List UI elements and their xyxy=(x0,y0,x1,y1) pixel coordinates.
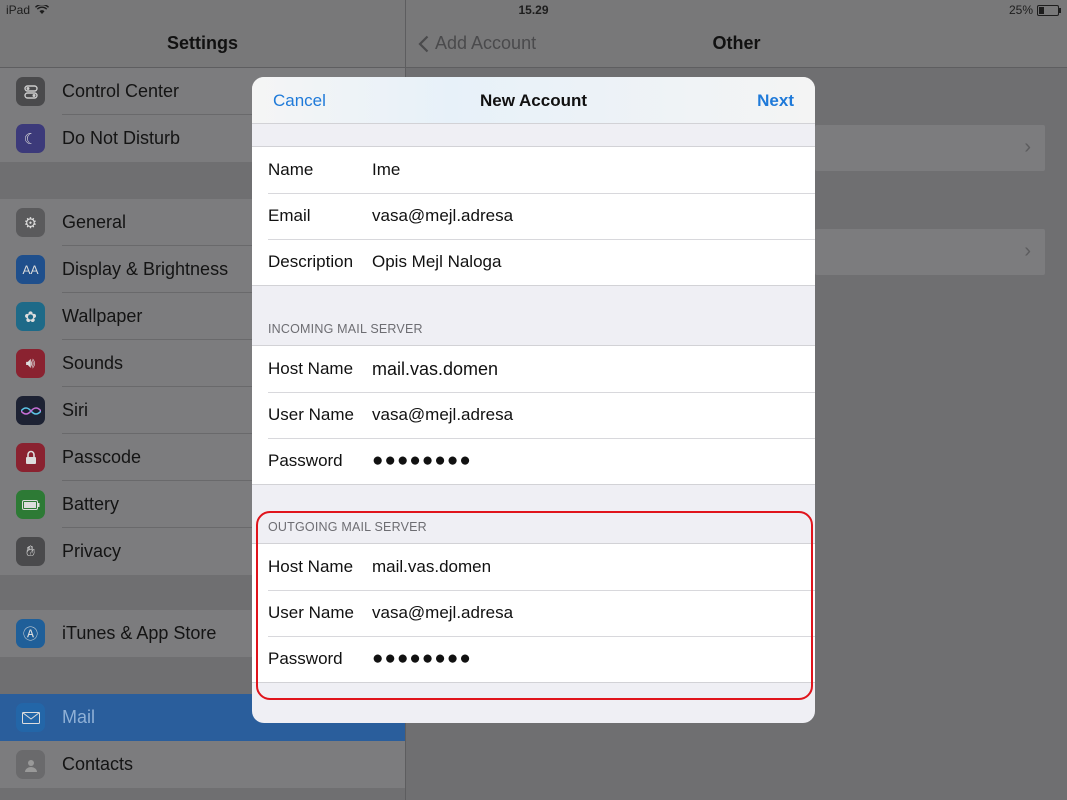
sidebar-item-label: Mail xyxy=(62,707,96,727)
field-label: Password xyxy=(268,451,343,470)
sidebar-item-label: Passcode xyxy=(62,447,142,467)
wallpaper-icon: ✿ xyxy=(16,302,45,331)
description-field[interactable]: Description Opis Mejl Naloga xyxy=(252,239,815,285)
incoming-server-header: INCOMING MAIL SERVER xyxy=(268,322,423,336)
incoming-host-field[interactable]: Host Name mail.vas.domen xyxy=(252,346,815,392)
outgoing-server-highlight xyxy=(256,511,813,700)
chevron-right-icon: › xyxy=(1024,136,1031,158)
control-center-icon xyxy=(16,77,45,106)
moon-icon: ☾ xyxy=(16,124,45,153)
sidebar-item-contacts[interactable]: Contacts xyxy=(0,741,405,788)
sidebar-item-label: Control Center xyxy=(62,81,180,101)
chevron-right-icon: › xyxy=(1024,240,1031,262)
incoming-username-input[interactable]: vasa@mejl.adresa xyxy=(372,405,513,425)
status-bar: iPad 15.29 25% xyxy=(0,0,1067,22)
sidebar-item-label: Do Not Disturb xyxy=(62,128,181,148)
detail-cell[interactable]: › xyxy=(815,125,1045,171)
sidebar-item-label: Battery xyxy=(62,494,120,514)
field-label: User Name xyxy=(268,405,354,424)
email-field[interactable]: Email vasa@mejl.adresa xyxy=(252,193,815,239)
lock-icon xyxy=(16,443,45,472)
sheet-title: New Account xyxy=(479,91,588,110)
sidebar-item-label: iTunes & App Store xyxy=(62,623,217,643)
name-input[interactable]: Ime xyxy=(372,160,400,180)
hand-icon: ✋︎ xyxy=(16,537,45,566)
next-button[interactable]: Next xyxy=(757,91,794,111)
incoming-password-field[interactable]: Password ●●●●●●●● xyxy=(252,438,815,484)
sidebar-title: Settings xyxy=(166,33,238,53)
sheet-navigation-bar: Cancel New Account Next xyxy=(252,77,815,124)
detail-cell[interactable]: › xyxy=(815,229,1045,275)
detail-title: Other xyxy=(712,33,761,53)
battery-percent: 25% xyxy=(1008,3,1033,17)
clock: 15.29 xyxy=(518,3,549,17)
incoming-server-group: Host Name mail.vas.domen User Name vasa@… xyxy=(252,345,815,485)
app-store-icon: Ⓐ xyxy=(16,619,45,648)
description-input[interactable]: Opis Mejl Naloga xyxy=(372,252,501,272)
sidebar-item-label: Siri xyxy=(62,400,88,420)
account-info-group: Name Ime Email vasa@mejl.adresa Descript… xyxy=(252,146,815,286)
sidebar-item-label: General xyxy=(62,212,127,232)
envelope-icon xyxy=(16,703,45,732)
field-label: Name xyxy=(268,160,314,179)
display-icon: AA xyxy=(16,255,45,284)
battery-icon xyxy=(16,490,45,519)
incoming-username-field[interactable]: User Name vasa@mejl.adresa xyxy=(252,392,815,438)
speaker-icon: 🔊︎ xyxy=(16,349,45,378)
gear-icon: ⚙ xyxy=(16,208,45,237)
sidebar-item-label: Wallpaper xyxy=(62,306,143,326)
sidebar-item-label: Contacts xyxy=(62,754,134,774)
siri-icon xyxy=(16,396,45,425)
incoming-password-input[interactable]: ●●●●●●●● xyxy=(372,450,472,472)
email-input[interactable]: vasa@mejl.adresa xyxy=(372,206,513,226)
field-label: Host Name xyxy=(268,359,354,378)
sidebar-item-label: Display & Brightness xyxy=(62,259,229,279)
name-field[interactable]: Name Ime xyxy=(252,147,815,193)
incoming-host-input[interactable]: mail.vas.domen xyxy=(372,359,498,380)
field-label: Email xyxy=(268,206,311,225)
field-label: Description xyxy=(268,252,354,271)
contacts-icon xyxy=(16,750,45,779)
battery-level-icon xyxy=(1037,4,1061,16)
sidebar-item-label: Privacy xyxy=(62,541,122,561)
sidebar-item-label: Sounds xyxy=(62,353,124,373)
